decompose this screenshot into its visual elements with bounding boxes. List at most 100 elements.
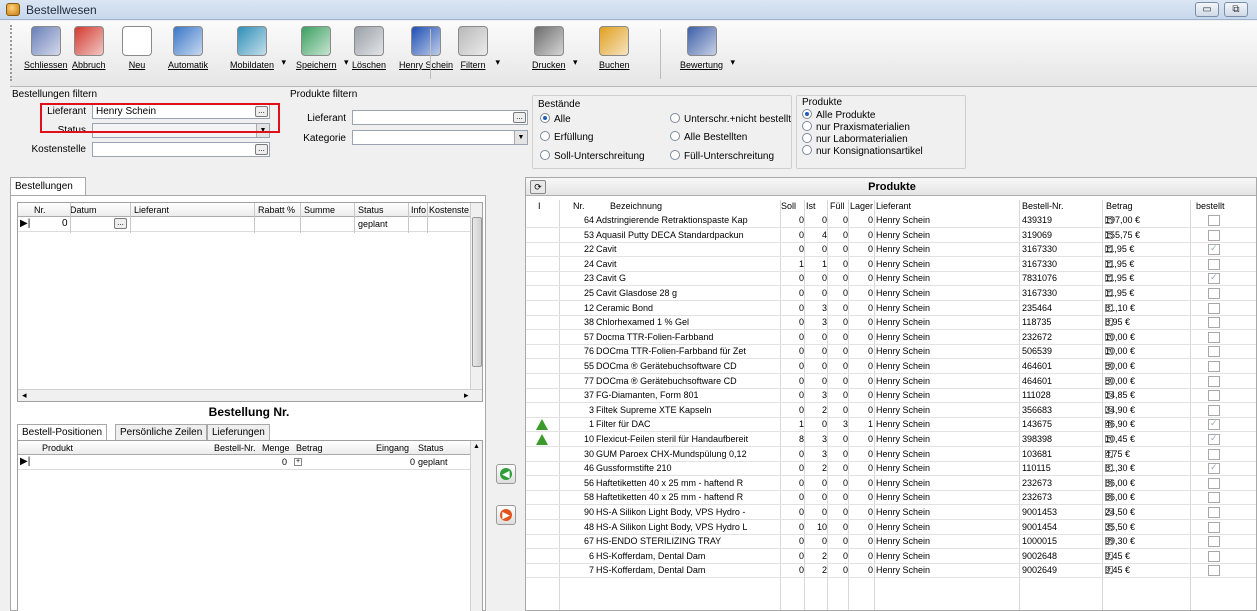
category-select[interactable]: ▼ <box>352 130 528 145</box>
table-row[interactable]: 24 Cavit 1 1 0 0 Henry Schein 3167330 +11,95 € <box>526 258 1256 272</box>
cell-bez[interactable]: Cavit G <box>596 273 780 283</box>
cell-full[interactable]: 0 <box>828 405 848 415</box>
cell-bez[interactable]: DOCma ® Gerätebuchsoftware CD <box>596 376 780 386</box>
cell-amount[interactable]: +9,45 € <box>1105 551 1197 561</box>
table-row[interactable]: ▶| 0 ... geplant <box>18 217 470 232</box>
ordered-checkbox[interactable] <box>1208 404 1220 416</box>
ordered-checkbox[interactable] <box>1208 521 1220 533</box>
ordered-checkbox[interactable] <box>1208 375 1220 387</box>
ordered-checkbox[interactable] <box>1208 565 1220 577</box>
cell-lief[interactable]: Henry Schein <box>876 492 1016 502</box>
abbruch-button[interactable]: Abbruch <box>72 25 106 83</box>
cell-bez[interactable]: HS-A Silikon Light Body, VPS Hydro L <box>596 522 780 532</box>
expand-icon[interactable]: + <box>1105 522 1113 531</box>
expand-icon[interactable]: + <box>1105 551 1113 560</box>
cell-bez[interactable]: Cavit Glasdose 28 g <box>596 288 780 298</box>
cell-ist[interactable]: 0 <box>805 492 827 502</box>
cell-best[interactable]: 110115 <box>1022 463 1102 473</box>
table-row[interactable]: 67 HS-ENDO STERILIZING TRAY 0 0 0 0 Henry Sche… <box>526 535 1256 550</box>
cell-best[interactable]: 232673 <box>1022 478 1102 488</box>
cell-nr[interactable]: 77 <box>570 376 594 386</box>
cell-best[interactable]: 439319 <box>1022 215 1102 225</box>
cell-full[interactable]: 0 <box>828 332 848 342</box>
table-row[interactable]: 46 Gussformstifte 210 0 2 0 0 Henry Schein 1101… <box>526 462 1256 477</box>
expand-icon[interactable]: + <box>1105 332 1113 341</box>
chevron-down-icon[interactable]: ▾ <box>731 57 736 68</box>
ordered-checkbox[interactable] <box>1208 507 1220 518</box>
cell-nr[interactable]: 12 <box>570 303 594 313</box>
expand-icon[interactable]: + <box>1105 537 1113 546</box>
ordered-checkbox[interactable] <box>1208 302 1220 314</box>
cell-lager[interactable]: 0 <box>849 492 873 502</box>
cell-nr[interactable]: 37 <box>570 390 594 400</box>
cell-ist[interactable]: 0 <box>805 376 827 386</box>
col-header[interactable]: Datum <box>70 205 97 215</box>
col-header[interactable]: Bestell-Nr. <box>214 443 256 453</box>
cell-amount[interactable]: +14,85 € <box>1105 390 1197 400</box>
cell-lief[interactable]: Henry Schein <box>876 536 1016 546</box>
ordered-checkbox[interactable] <box>1208 229 1220 241</box>
cell-best[interactable]: 9001454 <box>1022 522 1102 532</box>
cell-nr[interactable]: 48 <box>570 522 594 532</box>
col-header[interactable]: Bezeichnung <box>610 201 662 211</box>
cell-full[interactable]: 0 <box>828 273 848 283</box>
cost-center-field[interactable]: ... <box>92 142 270 157</box>
cell-lief[interactable]: Henry Schein <box>876 361 1016 371</box>
cell-nr[interactable]: 76 <box>570 346 594 356</box>
table-row[interactable]: 90 HS-A Silikon Light Body, VPS Hydro -00… <box>526 506 1256 520</box>
cell-soll[interactable]: 0 <box>782 390 804 400</box>
chevron-down-icon[interactable]: ▾ <box>344 57 349 68</box>
cell-soll[interactable]: 0 <box>782 463 804 473</box>
cell-ist[interactable]: 0 <box>805 215 827 225</box>
cell-lager[interactable]: 0 <box>849 288 873 298</box>
table-row[interactable]: 55 DOCma ® Gerätebuchsoftware CD 0 0 0 0 Henry… <box>526 360 1256 374</box>
expand-icon[interactable]: + <box>1105 464 1113 473</box>
table-row[interactable]: 10Flexicut-Feilen steril für Handaufbere… <box>526 433 1256 447</box>
ordered-checkbox[interactable] <box>1208 550 1220 562</box>
cell-lief[interactable]: Henry Schein <box>876 507 1016 517</box>
cell-ist[interactable]: 3 <box>805 317 827 327</box>
product-supplier-field[interactable]: ... <box>352 110 528 125</box>
cell-nr[interactable]: 25 <box>570 288 594 298</box>
table-row[interactable]: 25 Cavit Glasdose 28 g 0 0 0 0 Henry Schein 316… <box>526 287 1256 301</box>
cell-lager[interactable]: 0 <box>849 551 873 561</box>
cell-ist[interactable]: 0 <box>805 332 827 342</box>
cell-amount[interactable]: +66,00 € <box>1105 492 1197 502</box>
col-header[interactable]: Summe <box>304 205 335 215</box>
ordered-checkbox[interactable] <box>1208 418 1220 431</box>
radio-alle-produkte[interactable]: Alle Produkte <box>802 109 875 121</box>
speichern-button[interactable]: Speichern ▾ <box>296 25 349 83</box>
chevron-down-icon[interactable]: ▾ <box>282 57 287 68</box>
cell-ist[interactable]: 1 <box>805 259 827 269</box>
cell-lief[interactable]: Henry Schein <box>876 215 1016 225</box>
cell-lager[interactable]: 0 <box>849 405 873 415</box>
chevron-down-icon[interactable]: ▾ <box>573 57 578 68</box>
table-row[interactable]: 30 GUM Paroex CHX-Mundspülung 0,12 0 3 0 0 Hen… <box>526 448 1256 462</box>
cell-amount[interactable]: +10,45 € <box>1105 434 1197 444</box>
cell-soll[interactable]: 0 <box>782 215 804 225</box>
cell-bez[interactable]: HS-ENDO STERILIZING TRAY <box>596 536 780 546</box>
received[interactable]: 0 <box>410 457 415 467</box>
cell-lief[interactable]: Henry Schein <box>876 405 1016 415</box>
cell-best[interactable]: 506539 <box>1022 346 1102 356</box>
cell-best[interactable]: 118735 <box>1022 317 1102 327</box>
radio-alle[interactable]: Alle <box>540 113 571 125</box>
cell-full[interactable]: 0 <box>828 449 848 459</box>
cell-nr[interactable]: 6 <box>570 551 594 561</box>
cell-ist[interactable]: 2 <box>805 405 827 415</box>
col-header[interactable]: Rabatt % <box>258 205 295 215</box>
cell-ist[interactable]: 2 <box>805 551 827 561</box>
table-row[interactable]: 38 Chlorhexamed 1 % Gel 0 3 0 0 Henry Schein 11… <box>526 316 1256 331</box>
col-header[interactable]: Lager <box>850 201 873 211</box>
add-to-order-button[interactable]: ◀ <box>496 464 516 484</box>
orders-vertical-scrollbar[interactable] <box>470 203 482 389</box>
ordered-checkbox[interactable] <box>1208 462 1220 475</box>
cell-amount[interactable]: +197,00 € <box>1105 215 1197 225</box>
expand-icon[interactable]: + <box>1105 420 1113 429</box>
cell-nr[interactable]: 53 <box>570 230 594 240</box>
ordered-checkbox[interactable] <box>1208 492 1220 504</box>
cell-amount[interactable]: +61,30 € <box>1105 463 1197 473</box>
cell-amount[interactable]: +11,95 € <box>1105 273 1197 283</box>
table-row[interactable]: 7 HS-Kofferdam, Dental Dam 0 2 0 0 Henry Schei… <box>526 564 1256 579</box>
expand-icon[interactable]: + <box>1105 216 1113 224</box>
